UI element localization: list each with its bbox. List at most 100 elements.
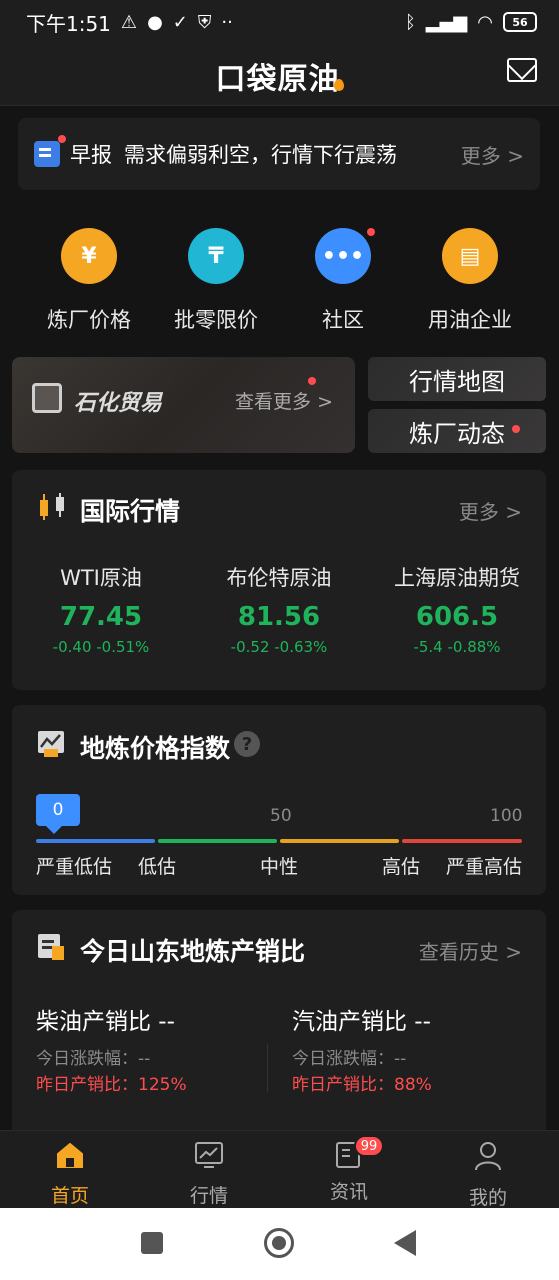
oil-drop-icon: [333, 79, 344, 91]
quick-oil-enterprise[interactable]: ▤ 用油企业: [400, 222, 540, 334]
quick-label: 社区: [322, 308, 364, 332]
brief-tag: 早报: [70, 143, 112, 167]
gauge-label: 中性: [260, 856, 299, 878]
market-change: -0.40 -0.51%: [52, 638, 150, 656]
tab-news[interactable]: 99 资讯: [299, 1135, 399, 1204]
market-name: 上海原油期货: [394, 566, 520, 590]
index-chart-icon: [38, 731, 64, 757]
quick-community[interactable]: ••• 社区: [273, 222, 413, 334]
refinery-index-card: 地炼价格指数 ? 0 50 100 严重低估 低估 中性 高估 严重高估: [12, 705, 546, 895]
card-title: 今日山东地炼产销比: [80, 937, 306, 966]
market-change: -0.52 -0.63%: [230, 638, 328, 656]
home-button[interactable]: [264, 1228, 294, 1258]
quick-price-limit[interactable]: ₸ 批零限价: [146, 222, 286, 334]
report-sheet-icon: [38, 934, 64, 960]
chat-icon: ●: [147, 11, 163, 33]
gauge-mid-label: 50: [270, 806, 292, 826]
tab-label: 我的: [468, 1187, 507, 1209]
wifi-icon: ◠: [477, 11, 493, 33]
app-header: 口袋原油: [0, 44, 559, 106]
market-change: -5.4 -0.88%: [413, 638, 501, 656]
bluetooth-icon: ᛒ: [404, 11, 416, 33]
card-title: 国际行情: [80, 497, 181, 526]
status-bar: 下午1:51 ⚠ ● ✓ ⛨ ·· ᛒ ▂▄▆ ◠ 56: [0, 0, 559, 44]
index-value-bubble: 0: [36, 794, 80, 834]
morning-brief[interactable]: 早报 需求偏弱利空，行情下行震荡 更多 >: [18, 118, 540, 190]
community-icon: •••: [315, 228, 375, 284]
app-logo: 口袋原油: [216, 54, 344, 98]
gauge-label: 严重高估: [446, 856, 523, 878]
intl-more-link[interactable]: 更多 >: [459, 496, 522, 525]
unread-dot: [58, 135, 66, 143]
refinery-dynamics-card[interactable]: 炼厂动态: [368, 409, 546, 453]
petrochem-trade-banner[interactable]: 石化贸易 查看更多 >: [12, 357, 355, 453]
more-dots-icon: ··: [221, 11, 233, 33]
banner-title: 石化贸易: [74, 391, 163, 416]
market-wti[interactable]: WTI原油 77.45 -0.40 -0.51%: [12, 562, 190, 656]
back-button[interactable]: [394, 1230, 416, 1256]
refinery-price-icon: ¥: [61, 228, 117, 284]
tab-mine[interactable]: 我的: [438, 1141, 538, 1210]
bottom-tab-bar: 首页 行情 99 资讯 我的: [0, 1130, 559, 1210]
banner-more-link[interactable]: 查看更多 >: [235, 387, 333, 414]
candlestick-icon: [40, 493, 64, 520]
history-link[interactable]: 查看历史 >: [419, 936, 522, 965]
gasoline-yesterday: 昨日产销比：88%: [292, 1075, 432, 1095]
shield-icon: ⛨: [197, 11, 212, 33]
divider: [267, 1044, 268, 1092]
gauge-label: 高估: [382, 856, 421, 878]
oil-enterprise-icon: ▤: [442, 228, 498, 284]
diesel-ratio: 柴油产销比 --: [36, 1009, 175, 1035]
market-shanghai[interactable]: 上海原油期货 606.5 -5.4 -0.88%: [368, 562, 546, 656]
home-icon: [57, 1142, 83, 1168]
gauge-label: 低估: [138, 856, 177, 878]
tab-label: 资讯: [329, 1181, 368, 1203]
gauge-segment-low: [158, 839, 277, 843]
market-name: WTI原油: [60, 566, 142, 590]
market-map-card[interactable]: 行情地图: [368, 357, 546, 401]
market-price: 606.5: [415, 602, 499, 632]
gasoline-change: 今日涨跌幅：--: [292, 1049, 407, 1069]
diesel-yesterday: 昨日产销比：125%: [36, 1075, 187, 1095]
gauge-max-label: 100: [490, 806, 523, 826]
unread-dot: [367, 228, 375, 236]
report-icon: [34, 135, 66, 167]
market-price: 81.56: [237, 602, 321, 632]
market-brent[interactable]: 布伦特原油 81.56 -0.52 -0.63%: [190, 562, 368, 656]
signal-icon: ▂▄▆: [425, 11, 468, 33]
card-title: 地炼价格指数: [80, 734, 231, 763]
news-badge: 99: [354, 1135, 384, 1157]
market-price: 77.45: [59, 602, 143, 632]
status-time: 下午1:51: [26, 11, 111, 36]
brief-text: 需求偏弱利空，行情下行震荡: [124, 143, 397, 167]
system-nav-bar: [0, 1208, 559, 1280]
tab-home[interactable]: 首页: [20, 1141, 120, 1208]
mail-icon[interactable]: [507, 58, 537, 82]
shandong-ratio-card: 今日山东地炼产销比 查看历史 > 柴油产销比 -- 今日涨跌幅：-- 昨日产销比…: [12, 910, 546, 1140]
price-limit-icon: ₸: [188, 228, 244, 284]
unread-dot: [512, 425, 520, 433]
gauge-segment-severely-high: [402, 839, 522, 843]
quick-label: 用油企业: [428, 308, 512, 332]
tab-label: 首页: [50, 1185, 89, 1207]
quick-label: 炼厂价格: [47, 308, 131, 332]
market-chart-icon: [195, 1142, 223, 1168]
gauge-segment-high: [280, 839, 399, 843]
quick-entries: ¥ 炼厂价格 ₸ 批零限价 ••• 社区 ▤ 用油企业: [0, 222, 559, 342]
battery-icon: 56: [503, 12, 537, 32]
check-icon: ✓: [172, 11, 188, 33]
tab-label: 行情: [189, 1185, 228, 1207]
brief-more-link[interactable]: 更多 >: [461, 140, 524, 169]
news-icon-wrap: 99: [334, 1135, 384, 1169]
quick-refinery-price[interactable]: ¥ 炼厂价格: [19, 222, 159, 334]
mute-icon: ⚠: [120, 11, 138, 33]
market-name: 布伦特原油: [226, 566, 332, 590]
quick-label: 批零限价: [174, 308, 258, 332]
recent-apps-button[interactable]: [141, 1232, 163, 1254]
diesel-change: 今日涨跌幅：--: [36, 1049, 151, 1069]
international-market-card: 国际行情 更多 > WTI原油 77.45 -0.40 -0.51% 布伦特原油…: [12, 470, 546, 690]
help-icon[interactable]: ?: [234, 731, 260, 757]
gauge-segment-severely-low: [36, 839, 155, 843]
tab-market[interactable]: 行情: [159, 1141, 259, 1208]
oil-tank-icon: [32, 383, 62, 413]
